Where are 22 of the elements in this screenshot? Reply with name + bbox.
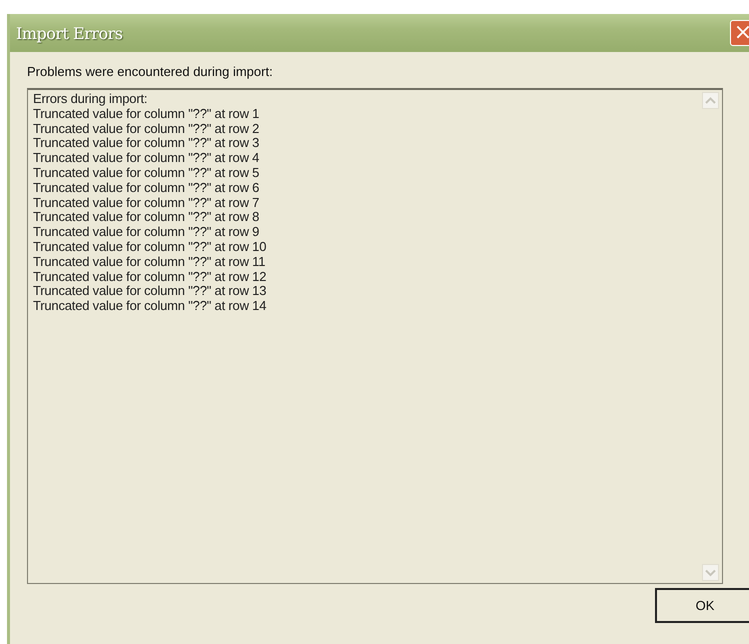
scroll-up-icon[interactable] — [702, 92, 719, 109]
close-button[interactable]: × — [730, 20, 749, 46]
scroll-down-icon[interactable] — [702, 564, 719, 581]
log-line: Truncated value for column "??" at row 7 — [33, 196, 260, 210]
log-line: Truncated value for column "??" at row 10 — [33, 240, 268, 255]
log-line: Truncated value for column "??" at row 8 — [33, 210, 260, 226]
message-text: Problems were encountered during import: — [27, 64, 274, 79]
log-line: Truncated value for column "??" at row 4 — [33, 151, 260, 166]
log-line: Truncated value for column "??" at row 1 — [33, 106, 260, 122]
log-line: Truncated value for column "??" at row 6 — [33, 180, 260, 196]
log-line: Truncated value for column "??" at row 3 — [33, 136, 260, 152]
log-line: Truncated value for column "??" at row 12 — [33, 270, 268, 284]
log-line: Truncated value for column "??" at row 9 — [33, 225, 260, 240]
log-line: Truncated value for column "??" at row 14 — [33, 299, 268, 314]
window-title: Import Errors — [16, 24, 122, 42]
ok-button[interactable]: OK — [655, 588, 749, 623]
log-line: Truncated value for column "??" at row 2 — [33, 122, 260, 136]
log-text-area[interactable] — [27, 88, 723, 584]
log-line: Truncated value for column "??" at row 13 — [33, 284, 268, 300]
log-line: Errors during import: — [33, 92, 148, 107]
log-line: Truncated value for column "??" at row 5 — [33, 166, 260, 181]
log-line: Truncated value for column "??" at row 11 — [33, 254, 266, 270]
